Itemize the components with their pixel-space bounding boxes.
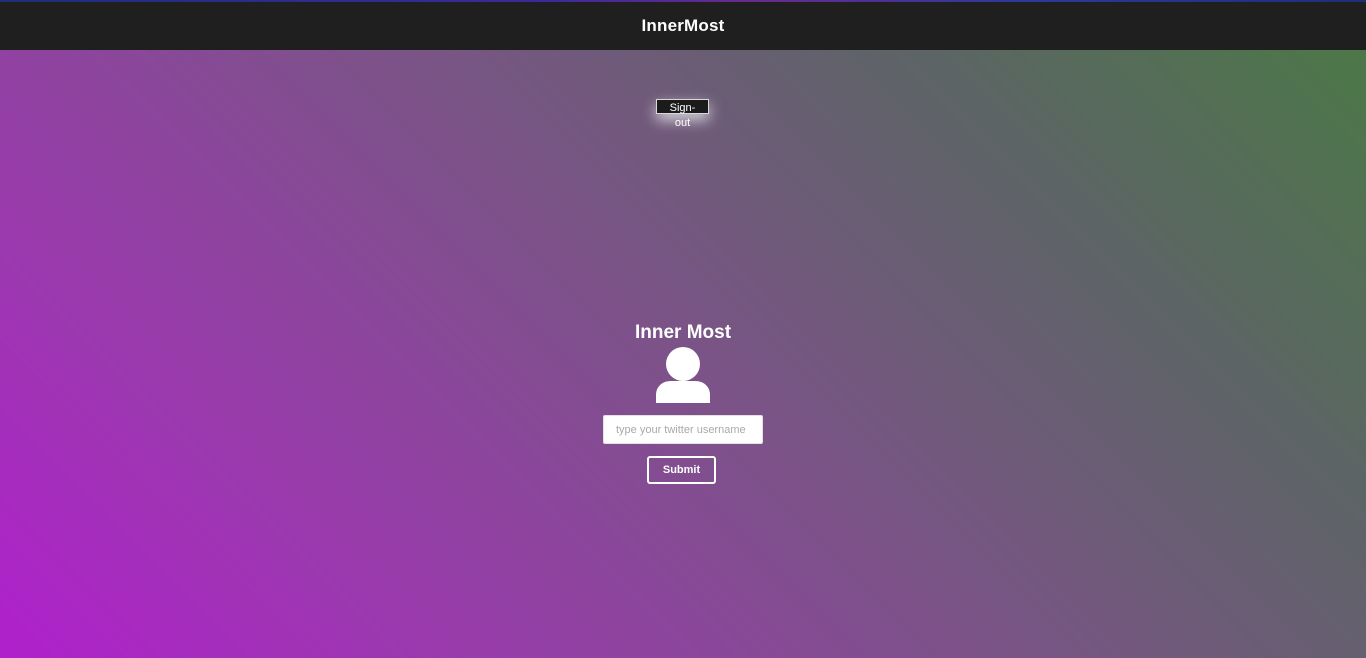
twitter-username-input[interactable] <box>603 415 763 444</box>
submit-button[interactable]: Submit <box>647 456 716 484</box>
sign-out-button[interactable]: Sign-out <box>656 99 709 129</box>
user-avatar-icon <box>656 347 710 403</box>
navbar: InnerMost <box>0 2 1366 50</box>
brand-title: InnerMost <box>641 16 725 35</box>
page-title: Inner Most <box>634 322 732 343</box>
